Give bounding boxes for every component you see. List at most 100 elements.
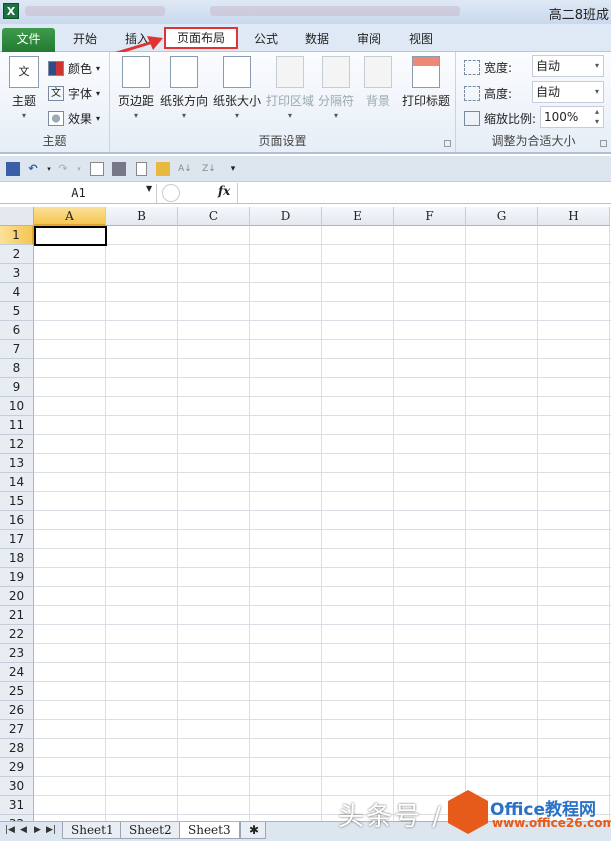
tab-page-layout[interactable]: 页面布局 [164,27,238,49]
row-header-28[interactable]: 28 [0,739,34,758]
orientation-label: 纸张方向 [159,94,208,108]
row-header-16[interactable]: 16 [0,511,34,530]
row-header-8[interactable]: 8 [0,359,34,378]
row-header-9[interactable]: 9 [0,378,34,397]
themes-label: 主题 [11,94,36,108]
row-header-13[interactable]: 13 [0,454,34,473]
worksheet-grid[interactable]: A B C D E F G H 1 2 3 4 5 6 7 8 9 10 11 12 13 14 15 16 17 18 19 20 2… [0,207,611,821]
print-titles-button[interactable]: 打印标题 [400,56,452,109]
background-button[interactable]: 背景 [360,56,396,109]
colors-button[interactable]: 颜色 ▾ [48,60,100,77]
page-setup-launcher-icon[interactable] [444,140,451,147]
column-header-G[interactable]: G [466,207,538,226]
sort-descending-icon[interactable]: Z↓ [202,162,216,176]
column-header-H[interactable]: H [538,207,610,226]
width-select[interactable]: 自动 ▾ [532,55,604,77]
customize-qat-icon[interactable]: ▾ [226,162,240,176]
tab-formulas[interactable]: 公式 [243,28,289,52]
height-select[interactable]: 自动 ▾ [532,81,604,103]
row-header-10[interactable]: 10 [0,397,34,416]
tab-review[interactable]: 审阅 [346,28,392,52]
sheet-tab-1[interactable]: Sheet1 [62,822,123,839]
blurred-title [210,6,460,16]
tab-view[interactable]: 视图 [398,28,444,52]
print-icon[interactable] [112,162,126,176]
new-icon[interactable] [136,162,147,176]
undo-icon[interactable]: ↶ [26,162,40,176]
row-header-1[interactable]: 1 [0,226,34,245]
row-header-19[interactable]: 19 [0,568,34,587]
insert-sheet-icon[interactable]: ✱ [240,822,266,839]
fonts-button[interactable]: 文字体 ▾ [48,85,100,102]
row-header-15[interactable]: 15 [0,492,34,511]
row-header-4[interactable]: 4 [0,283,34,302]
name-box[interactable]: A1 [1,184,157,203]
row-header-6[interactable]: 6 [0,321,34,340]
sheet-tab-3[interactable]: Sheet3 [179,822,240,839]
gridline [34,453,611,454]
open-icon[interactable] [156,162,170,176]
watermark-text: 头条号 / [338,802,444,832]
excel-icon[interactable]: X [3,3,19,19]
row-header-24[interactable]: 24 [0,663,34,682]
column-header-A[interactable]: A [34,207,106,226]
sort-ascending-icon[interactable]: A↓ [178,162,192,176]
undo-dropdown-icon[interactable]: ▾ [42,162,56,176]
scale-launcher-icon[interactable] [600,140,607,147]
row-header-17[interactable]: 17 [0,530,34,549]
redo-icon[interactable]: ↷ [56,162,70,176]
first-sheet-icon[interactable]: |◀ [5,825,15,835]
select-all-button[interactable] [0,207,34,226]
row-header-12[interactable]: 12 [0,435,34,454]
column-header-B[interactable]: B [106,207,178,226]
formula-bar-resize-handle[interactable] [162,184,180,202]
themes-button[interactable]: 文 主题 ▾ [6,56,42,120]
row-header-22[interactable]: 22 [0,625,34,644]
orientation-button[interactable]: 纸张方向 ▾ [158,56,210,120]
print-preview-icon[interactable] [90,162,104,176]
name-box-dropdown-icon[interactable]: ▼ [146,184,152,193]
save-icon[interactable] [6,162,20,176]
tab-file[interactable]: 文件 [2,28,55,52]
row-header-2[interactable]: 2 [0,245,34,264]
row-header-11[interactable]: 11 [0,416,34,435]
row-header-23[interactable]: 23 [0,644,34,663]
row-header-25[interactable]: 25 [0,682,34,701]
row-header-20[interactable]: 20 [0,587,34,606]
column-header-E[interactable]: E [322,207,394,226]
row-header-31[interactable]: 31 [0,796,34,815]
size-button[interactable]: 纸张大小 ▾ [211,56,263,120]
redo-dropdown-icon[interactable]: ▾ [72,162,86,176]
column-header-D[interactable]: D [250,207,322,226]
tab-data[interactable]: 数据 [294,28,340,52]
next-sheet-icon[interactable]: ▶ [34,825,41,835]
height-label-row: 高度: [464,85,512,102]
gridline [34,434,611,435]
breaks-button[interactable]: 分隔符 ▾ [316,56,356,120]
gridline [34,624,611,625]
active-cell-A1[interactable] [34,226,107,246]
formula-input[interactable] [237,183,611,203]
tab-home[interactable]: 开始 [62,28,108,52]
column-header-F[interactable]: F [394,207,466,226]
row-header-3[interactable]: 3 [0,264,34,283]
prev-sheet-icon[interactable]: ◀ [20,825,27,835]
scale-spinner[interactable]: 100% ▴ ▾ [540,106,604,128]
insert-function-icon[interactable]: fx [218,184,230,198]
margins-button[interactable]: 页边距 ▾ [114,56,158,120]
group-themes: 文 主题 ▾ 颜色 ▾ 文字体 ▾ 效果 ▾ 主题 [0,52,110,152]
row-header-5[interactable]: 5 [0,302,34,321]
effects-button[interactable]: 效果 ▾ [48,110,100,127]
row-header-26[interactable]: 26 [0,701,34,720]
row-header-7[interactable]: 7 [0,340,34,359]
row-header-27[interactable]: 27 [0,720,34,739]
row-header-14[interactable]: 14 [0,473,34,492]
last-sheet-icon[interactable]: ▶| [46,825,56,835]
row-header-30[interactable]: 30 [0,777,34,796]
sheet-tab-2[interactable]: Sheet2 [120,822,181,839]
row-header-21[interactable]: 21 [0,606,34,625]
column-header-C[interactable]: C [178,207,250,226]
row-header-18[interactable]: 18 [0,549,34,568]
row-header-29[interactable]: 29 [0,758,34,777]
print-area-button[interactable]: 打印区域 ▾ [264,56,316,120]
